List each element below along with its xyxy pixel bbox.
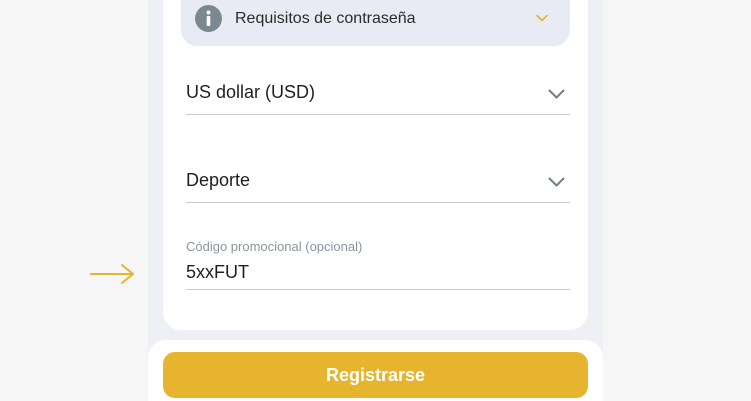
password-requirements-label: Requisitos de contraseña xyxy=(235,10,416,27)
currency-select[interactable]: US dollar (USD) xyxy=(186,70,570,115)
chevron-down-icon[interactable] xyxy=(536,14,548,22)
promo-code-value[interactable]: 5xxFUT xyxy=(186,262,249,283)
chevron-down-icon xyxy=(548,89,565,99)
promo-code-label: Código promocional (opcional) xyxy=(186,239,363,254)
info-icon-glyph xyxy=(206,10,211,26)
bonus-select-value: Deporte xyxy=(186,170,251,190)
arrow-right-icon xyxy=(90,264,134,284)
info-icon xyxy=(195,5,222,32)
promo-code-input[interactable]: Código promocional (opcional) 5xxFUT xyxy=(186,234,570,290)
bonus-select[interactable]: Deporte xyxy=(186,158,570,203)
currency-select-value: US dollar (USD) xyxy=(186,82,316,102)
register-button[interactable]: Registrarse xyxy=(163,352,588,398)
chevron-down-icon xyxy=(548,177,565,187)
